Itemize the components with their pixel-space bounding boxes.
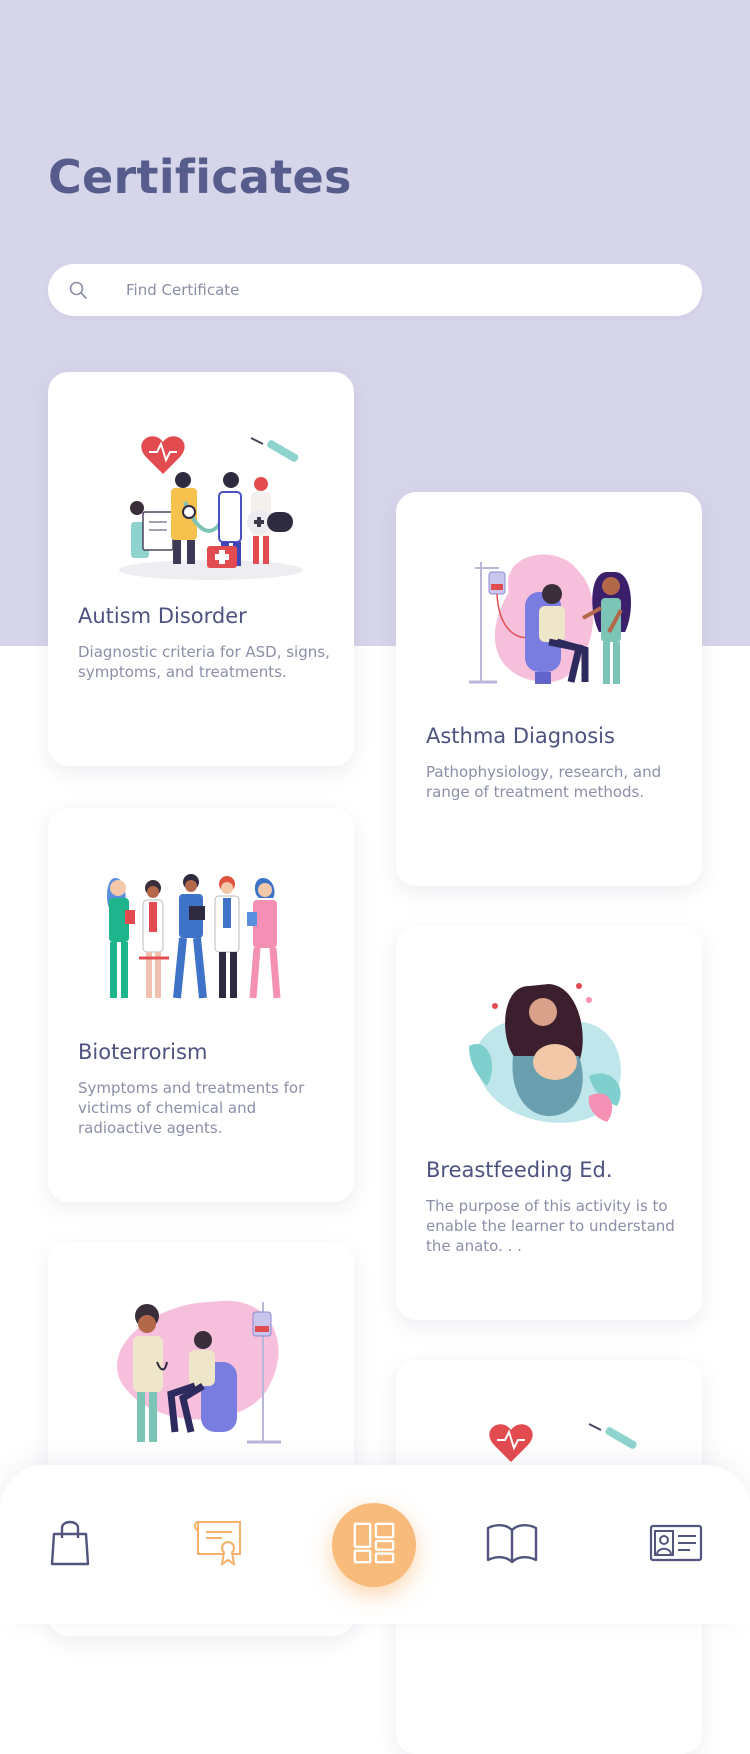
tab-dashboard[interactable]	[332, 1503, 416, 1587]
id-card-icon	[648, 1514, 704, 1575]
certificate-card-autism-disorder[interactable]: Autism Disorder Diagnostic criteria for …	[48, 372, 354, 766]
shopping-bag-icon	[42, 1514, 98, 1575]
tab-profile[interactable]	[636, 1465, 716, 1624]
search-icon	[68, 280, 88, 300]
mother-baby-illustration	[396, 966, 702, 1136]
certificate-icon	[192, 1514, 248, 1575]
tab-library[interactable]	[472, 1465, 552, 1624]
card-title: Autism Disorder	[78, 604, 247, 628]
open-book-icon	[484, 1514, 540, 1575]
card-description: The purpose of this activity is to enabl…	[426, 1197, 675, 1255]
card-title: Asthma Diagnosis	[426, 724, 615, 748]
page-title: Certificates	[48, 150, 352, 204]
search-input[interactable]	[126, 264, 666, 316]
card-title: Breastfeeding Ed.	[426, 1158, 613, 1182]
tab-certificates[interactable]	[180, 1465, 260, 1624]
nurse-patient-illustration	[48, 1282, 354, 1452]
patient-doctor-illustration	[396, 532, 702, 702]
bottom-tab-bar	[0, 1465, 750, 1624]
card-description: Diagnostic criteria for ASD, signs, symp…	[78, 643, 330, 681]
certificate-card-breastfeeding-ed[interactable]: Breastfeeding Ed. The purpose of this ac…	[396, 926, 702, 1320]
card-description: Symptoms and treatments for victims of c…	[78, 1079, 305, 1137]
medical-team-illustration	[48, 412, 354, 582]
card-description: Pathophysiology, research, and range of …	[426, 763, 662, 801]
certificate-card-bioterrorism[interactable]: Bioterrorism Symptoms and treatments for…	[48, 808, 354, 1202]
card-title: Bioterrorism	[78, 1040, 208, 1064]
certificate-card-asthma-diagnosis[interactable]: Asthma Diagnosis Pathophysiology, resear…	[396, 492, 702, 886]
medical-staff-illustration	[48, 848, 354, 1018]
search-bar[interactable]	[48, 264, 702, 316]
tab-shop[interactable]	[30, 1465, 110, 1624]
dashboard-grid-icon	[351, 1520, 397, 1571]
